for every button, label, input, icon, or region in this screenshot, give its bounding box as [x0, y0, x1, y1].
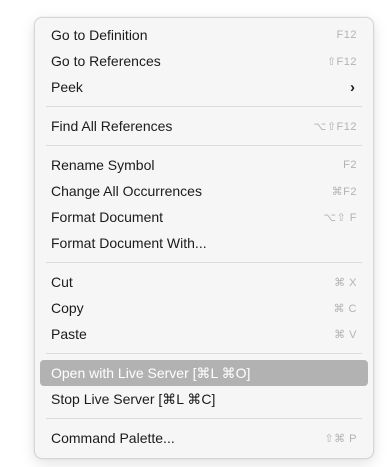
menu-item-peek[interactable]: Peek › — [40, 74, 368, 100]
menu-item-format-document[interactable]: Format Document ⌥⇧ F — [40, 204, 368, 230]
menu-item-go-to-references[interactable]: Go to References ⇧F12 — [40, 48, 368, 74]
menu-item-label: Copy — [51, 300, 84, 316]
menu-item-label: Stop Live Server [⌘L ⌘C] — [51, 390, 216, 407]
menu-divider — [46, 353, 362, 354]
menu-item-label: Command Palette... — [51, 430, 175, 446]
menu-item-label: Go to Definition — [51, 27, 148, 43]
menu-item-cut[interactable]: Cut ⌘ X — [40, 269, 368, 295]
menu-item-label: Cut — [51, 274, 73, 290]
menu-item-stop-live-server[interactable]: Stop Live Server [⌘L ⌘C] — [40, 386, 368, 412]
menu-item-label: Paste — [51, 326, 87, 342]
menu-item-label: Peek — [51, 79, 83, 95]
menu-item-go-to-definition[interactable]: Go to Definition F12 — [40, 22, 368, 48]
menu-item-shortcut: ⌘F2 — [331, 185, 357, 198]
menu-item-change-all-occurrences[interactable]: Change All Occurrences ⌘F2 — [40, 178, 368, 204]
menu-item-format-document-with[interactable]: Format Document With... — [40, 230, 368, 256]
menu-item-shortcut: ⇧⌘ P — [324, 432, 357, 445]
menu-item-shortcut: F2 — [343, 159, 357, 171]
menu-divider — [46, 106, 362, 107]
menu-item-paste[interactable]: Paste ⌘ V — [40, 321, 368, 347]
menu-item-command-palette[interactable]: Command Palette... ⇧⌘ P — [40, 425, 368, 451]
menu-divider — [46, 262, 362, 263]
menu-item-label: Find All References — [51, 118, 173, 134]
menu-item-label: Format Document — [51, 209, 164, 225]
menu-item-shortcut: ⌘ V — [334, 328, 357, 341]
context-menu: Go to Definition F12 Go to References ⇧F… — [34, 17, 374, 459]
menu-item-label: Open with Live Server [⌘L ⌘O] — [51, 364, 251, 381]
menu-item-label: Rename Symbol — [51, 157, 155, 173]
menu-item-label: Change All Occurrences — [51, 183, 202, 199]
menu-item-label: Format Document With... — [51, 235, 207, 251]
menu-item-shortcut: ⌥⇧ F — [323, 211, 357, 224]
menu-item-rename-symbol[interactable]: Rename Symbol F2 — [40, 152, 368, 178]
menu-item-shortcut: ⌘ C — [333, 302, 357, 315]
menu-divider — [46, 418, 362, 419]
menu-item-shortcut: F12 — [336, 29, 357, 41]
menu-divider — [46, 145, 362, 146]
menu-item-shortcut: ⇧F12 — [326, 55, 357, 68]
menu-item-label: Go to References — [51, 53, 161, 69]
menu-item-shortcut: ⌘ X — [334, 276, 357, 289]
chevron-right-icon: › — [350, 78, 355, 96]
menu-item-shortcut: ⌥⇧F12 — [313, 120, 357, 133]
menu-item-copy[interactable]: Copy ⌘ C — [40, 295, 368, 321]
menu-item-find-all-references[interactable]: Find All References ⌥⇧F12 — [40, 113, 368, 139]
menu-item-open-with-live-server[interactable]: Open with Live Server [⌘L ⌘O] — [40, 360, 368, 386]
